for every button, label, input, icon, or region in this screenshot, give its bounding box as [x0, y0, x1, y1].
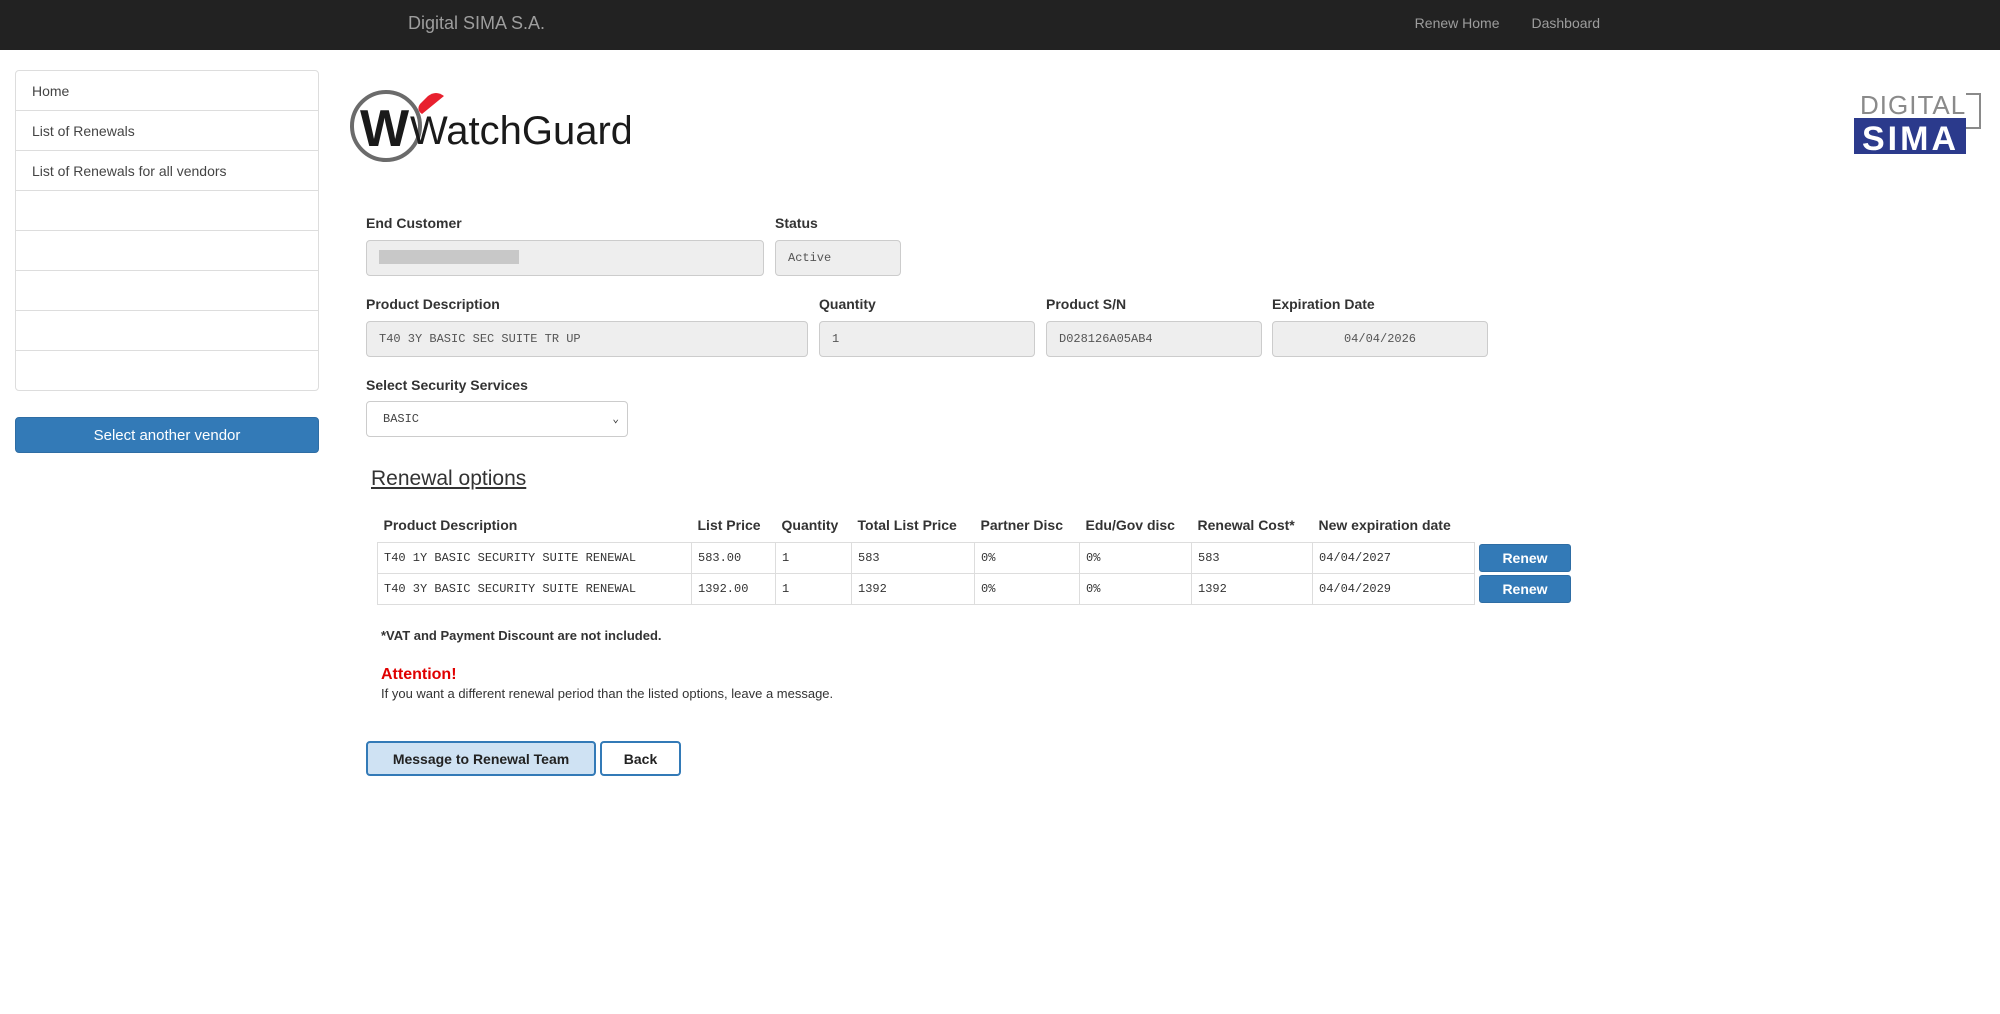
message-renewal-team-button[interactable]: Message to Renewal Team — [366, 741, 596, 776]
col-product-description: Product Description — [383, 516, 518, 533]
expiration-date-label: Expiration Date — [1272, 296, 1375, 312]
cell-edu-gov-disc: 0% — [1079, 572, 1192, 605]
cell-action: Renew — [1475, 542, 1572, 573]
cell-total-list-price: 583 — [851, 541, 975, 574]
sidebar-item-empty-4 — [15, 190, 319, 231]
redacted-value — [379, 250, 519, 264]
cell-renewal-cost: 583 — [1191, 541, 1313, 574]
col-new-expiration-date: New expiration date — [1318, 516, 1451, 533]
sidebar-item-list-of-renewals[interactable]: List of Renewals — [15, 110, 319, 151]
product-description-field: T40 3Y BASIC SEC SUITE TR UP — [366, 321, 808, 357]
cell-product-description: T40 1Y BASIC SECURITY SUITE RENEWAL — [377, 541, 692, 574]
end-customer-label: End Customer — [366, 215, 462, 231]
cell-edu-gov-disc: 0% — [1079, 541, 1192, 574]
attention-title: Attention! — [381, 666, 457, 683]
status-label: Status — [775, 215, 818, 231]
cell-product-description: T40 3Y BASIC SECURITY SUITE RENEWAL — [377, 572, 692, 605]
watchguard-logo: W WatchGuard — [350, 90, 630, 162]
svg-text:SIMA: SIMA — [1862, 120, 1959, 158]
cell-quantity: 1 — [775, 541, 852, 574]
svg-text:W: W — [360, 100, 410, 158]
nav-link-dashboard[interactable]: Dashboard — [1532, 15, 1601, 31]
cell-action: Renew — [1475, 573, 1572, 604]
cell-partner-disc: 0% — [974, 541, 1080, 574]
col-quantity: Quantity — [781, 516, 839, 533]
renewal-options-title: Renewal options — [371, 467, 527, 490]
cell-list-price: 583.00 — [691, 541, 776, 574]
top-nav-links: Renew Home Dashboard — [1415, 15, 1600, 31]
sidebar-item-empty-5 — [15, 230, 319, 271]
cell-new-expiration-date: 04/04/2029 — [1312, 572, 1475, 605]
sidebar-item-empty-7 — [15, 310, 319, 351]
status-field: Active — [775, 240, 901, 276]
table-header-row: Product Description List Price Quantity … — [378, 508, 1572, 542]
cell-total-list-price: 1392 — [851, 572, 975, 605]
end-customer-field — [366, 240, 764, 276]
cell-partner-disc: 0% — [974, 572, 1080, 605]
security-services-label: Select Security Services — [366, 377, 528, 393]
renew-button-1y[interactable]: Renew — [1479, 543, 1571, 572]
quantity-label: Quantity — [819, 296, 876, 312]
back-button[interactable]: Back — [600, 741, 681, 776]
cell-quantity: 1 — [775, 572, 852, 605]
vat-note: *VAT and Payment Discount are not includ… — [381, 628, 662, 643]
col-list-price: List Price — [697, 516, 761, 533]
digital-sima-logo: DIGITAL SIMA — [1854, 90, 1981, 158]
nav-link-renew-home[interactable]: Renew Home — [1415, 15, 1500, 31]
sidebar-item-renewals-all-vendors[interactable]: List of Renewals for all vendors — [15, 150, 319, 191]
col-action — [1475, 508, 1572, 542]
product-description-label: Product Description — [366, 296, 500, 312]
cell-new-expiration-date: 04/04/2027 — [1312, 541, 1475, 574]
select-another-vendor-button[interactable]: Select another vendor — [15, 417, 319, 453]
security-services-value: BASIC — [383, 412, 420, 426]
col-renewal-cost: Renewal Cost* — [1197, 516, 1295, 533]
renew-button-3y[interactable]: Renew — [1479, 574, 1571, 603]
renewal-options-table: Product Description List Price Quantity … — [377, 508, 1572, 605]
svg-text:WatchGuard: WatchGuard — [410, 109, 630, 153]
product-serial-label: Product S/N — [1046, 296, 1127, 312]
col-total-list-price: Total List Price — [857, 516, 957, 533]
quantity-field: 1 — [819, 321, 1035, 357]
product-serial-field: D028126A05AB4 — [1046, 321, 1262, 357]
sidebar-item-home[interactable]: Home — [15, 70, 319, 111]
expiration-date-field: 04/04/2026 — [1272, 321, 1488, 357]
sidebar: Home List of Renewals List of Renewals f… — [15, 70, 319, 391]
cell-list-price: 1392.00 — [691, 572, 776, 605]
col-edu-gov-disc: Edu/Gov disc — [1085, 516, 1175, 533]
brand-name[interactable]: Digital SIMA S.A. — [408, 13, 545, 34]
security-services-select[interactable]: BASIC ⌄ — [366, 401, 628, 437]
attention-text: If you want a different renewal period t… — [381, 686, 834, 701]
table-row: T40 3Y BASIC SECURITY SUITE RENEWAL 1392… — [377, 572, 1572, 605]
top-navbar: Digital SIMA S.A. Renew Home Dashboard — [0, 0, 2000, 50]
chevron-down-icon: ⌄ — [612, 414, 619, 426]
col-partner-disc: Partner Disc — [980, 516, 1063, 533]
svg-text:DIGITAL: DIGITAL — [1860, 90, 1966, 120]
sidebar-item-empty-8 — [15, 350, 319, 391]
sidebar-item-empty-6 — [15, 270, 319, 311]
cell-renewal-cost: 1392 — [1191, 572, 1313, 605]
table-row: T40 1Y BASIC SECURITY SUITE RENEWAL 583.… — [377, 541, 1572, 574]
